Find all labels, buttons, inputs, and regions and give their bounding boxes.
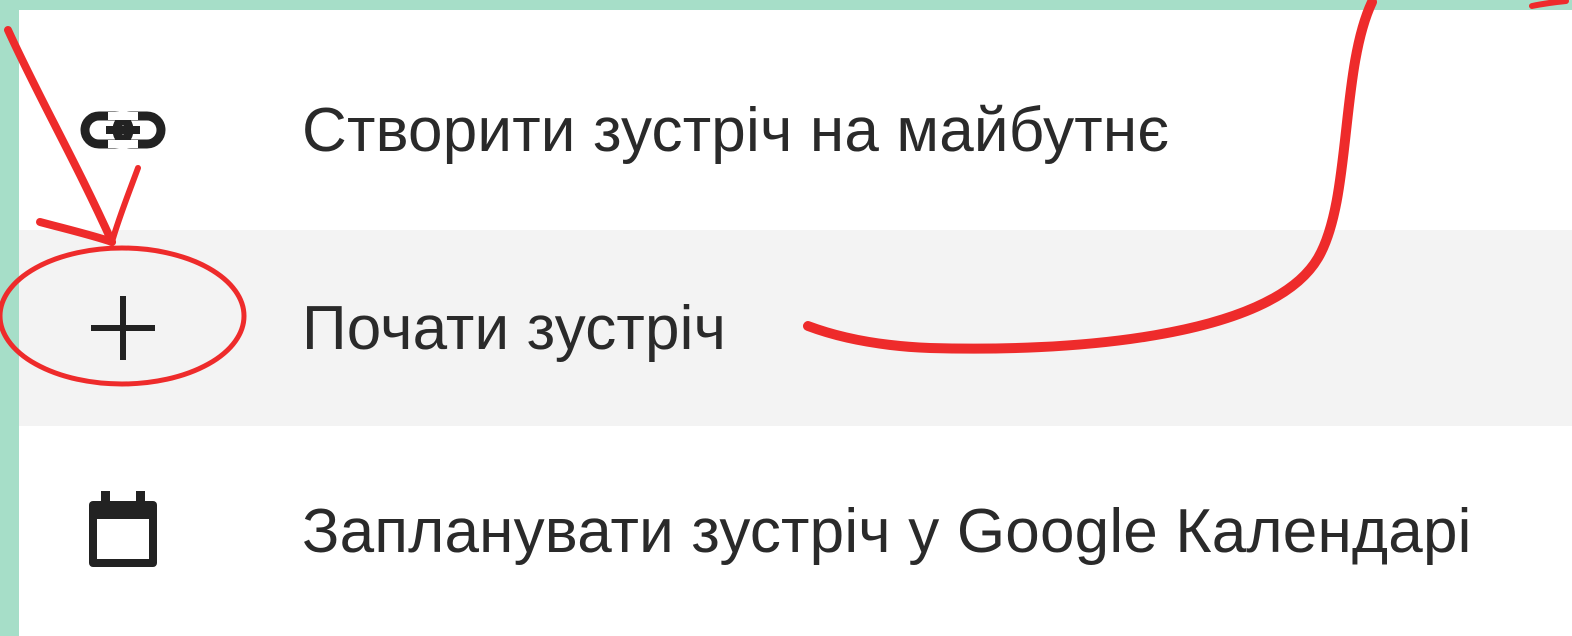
screenshot-stage: Створити зустріч на майбутнє Почати зуст… bbox=[0, 0, 1572, 636]
menu-item-create-future-meeting[interactable]: Створити зустріч на майбутнє bbox=[19, 30, 1572, 230]
link-icon bbox=[75, 110, 171, 150]
plus-icon bbox=[75, 290, 171, 366]
calendar-icon bbox=[75, 489, 171, 573]
menu-item-label: Запланувати зустріч у Google Календарі bbox=[302, 496, 1472, 566]
menu-item-label: Почати зустріч bbox=[302, 293, 727, 363]
menu-item-schedule-in-calendar[interactable]: Запланувати зустріч у Google Календарі bbox=[19, 426, 1572, 636]
annotation-corner-mark bbox=[1529, 0, 1569, 9]
menu-item-label: Створити зустріч на майбутнє bbox=[302, 95, 1170, 165]
menu-item-start-meeting[interactable]: Почати зустріч bbox=[19, 230, 1572, 426]
new-meeting-menu: Створити зустріч на майбутнє Почати зуст… bbox=[19, 10, 1572, 636]
